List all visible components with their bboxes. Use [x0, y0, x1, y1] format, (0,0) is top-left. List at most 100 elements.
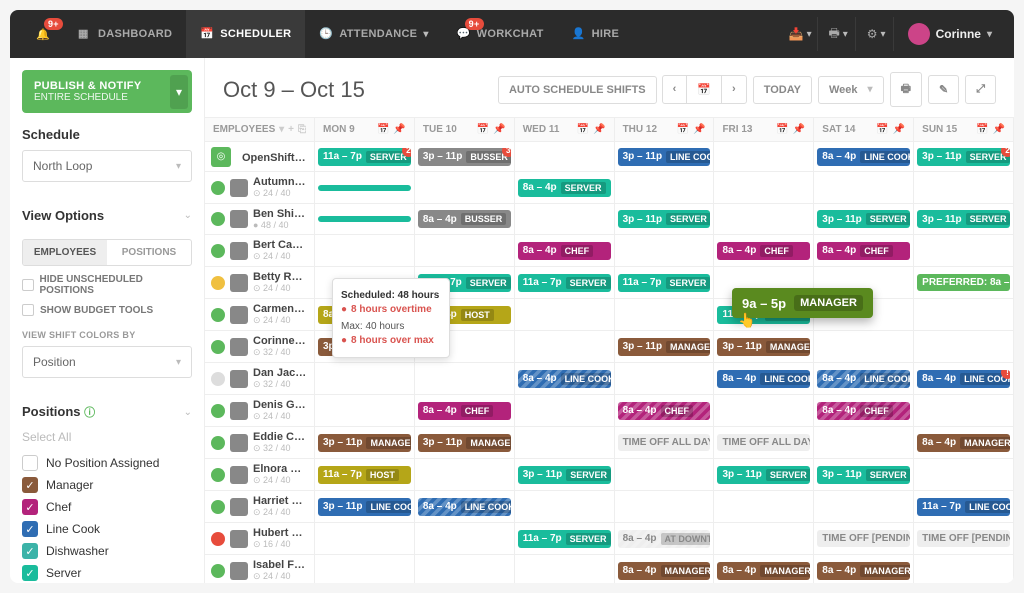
- shift-block[interactable]: 3p – 11pSERVER: [817, 210, 910, 228]
- employee-cell[interactable]: Carmen Lowe⊙ 24 / 40: [205, 299, 315, 330]
- day-cell[interactable]: [814, 172, 914, 203]
- position-item[interactable]: ✓Line Cook: [22, 518, 192, 540]
- day-cell[interactable]: 3p – 11pSERVER: [914, 204, 1014, 234]
- shift-block[interactable]: 8a – 4pCHEF: [817, 242, 910, 260]
- day-cell[interactable]: [515, 395, 615, 426]
- day-cell[interactable]: [415, 172, 515, 203]
- day-cell[interactable]: 8a – 4pMANAGER: [714, 555, 814, 583]
- shift-block[interactable]: 8a – 4pMANAGER: [717, 562, 810, 580]
- day-cell[interactable]: 11a – 7pHOST: [315, 459, 415, 490]
- hide-unscheduled[interactable]: HIDE UNSCHEDULED POSITIONS: [22, 274, 192, 296]
- day-cell[interactable]: [415, 235, 515, 266]
- day-cell[interactable]: 3p – 11pMANAGER: [615, 331, 715, 362]
- day-cell[interactable]: 3p – 11pSERVER: [814, 459, 914, 490]
- select-all[interactable]: Select All: [22, 428, 192, 446]
- shift-block[interactable]: [318, 185, 411, 191]
- day-cell[interactable]: TIME OFF ALL DAY: [615, 427, 715, 458]
- day-cell[interactable]: [315, 555, 415, 583]
- shift-block[interactable]: 8a – 4pLINE COOK: [418, 498, 511, 516]
- publish-button[interactable]: PUBLISH & NOTIFY ENTIRE SCHEDULE ▾: [22, 70, 192, 113]
- today-button[interactable]: TODAY: [753, 76, 812, 104]
- day-cell[interactable]: 3p – 11pSERVER: [714, 459, 814, 490]
- shift-block[interactable]: 3p – 11pLINE COOK: [318, 498, 411, 516]
- top-inbox[interactable]: 📥▾: [784, 17, 818, 51]
- shift-block[interactable]: 8a – 4pCHEF: [717, 242, 810, 260]
- checkbox[interactable]: ✓: [22, 565, 38, 581]
- employee-cell[interactable]: Betty Rathmen⊙ 24 / 40: [205, 267, 315, 298]
- shift-block[interactable]: 8a – 4pCHEF: [418, 402, 511, 420]
- schedule-select[interactable]: North Loop▾: [22, 150, 192, 182]
- shift-block[interactable]: 3p – 11pMANAGER: [318, 434, 411, 452]
- day-cell[interactable]: 8a – 4pCHEF: [814, 395, 914, 426]
- day-cell[interactable]: 8a – 4pMANAGER: [615, 555, 715, 583]
- shift-block[interactable]: 8a – 4pBUSSER: [418, 210, 511, 228]
- top-settings[interactable]: ⚙▾: [860, 17, 894, 51]
- shift-block[interactable]: 3p – 11pSERVER: [917, 210, 1010, 228]
- day-cell[interactable]: [714, 142, 814, 171]
- day-cell[interactable]: 3p – 11pBUSSER3: [415, 142, 515, 171]
- nav-dashboard[interactable]: ▦DASHBOARD: [64, 10, 186, 58]
- employee-cell[interactable]: Bert Castro⊙ 24 / 40: [205, 235, 315, 266]
- shift-block[interactable]: 3p – 11pSERVER: [817, 466, 910, 484]
- checkbox[interactable]: [22, 455, 38, 471]
- tab-employees[interactable]: EMPLOYEES: [23, 240, 107, 265]
- employee-cell[interactable]: Elnora Blevins⊙ 24 / 40: [205, 459, 315, 490]
- print-button[interactable]: 🖶: [890, 72, 922, 107]
- day-cell[interactable]: 11a – 7pSERVER: [615, 267, 715, 298]
- top-print[interactable]: 🖶▾: [822, 17, 856, 51]
- position-item[interactable]: ✓Chef: [22, 496, 192, 518]
- chevron-down-icon[interactable]: ▾: [170, 75, 188, 109]
- chevron-down-icon[interactable]: ⌄: [184, 407, 192, 418]
- employee-cell[interactable]: Autumn Ro…⊙ 24 / 40: [205, 172, 315, 203]
- copy-icon[interactable]: ⎘: [298, 124, 306, 135]
- day-cell[interactable]: [515, 427, 615, 458]
- checkbox[interactable]: ✓: [22, 543, 38, 559]
- day-cell[interactable]: [714, 204, 814, 234]
- day-cell[interactable]: [315, 523, 415, 554]
- day-cell[interactable]: 3p – 11pSERVER: [814, 204, 914, 234]
- shift-block[interactable]: 8a – 4pCHEF: [817, 402, 910, 420]
- day-cell[interactable]: [315, 363, 415, 394]
- shift-block[interactable]: 3p – 11pBUSSER3: [418, 148, 511, 166]
- shift-block[interactable]: 8a – 4pCHEF: [518, 242, 611, 260]
- position-item[interactable]: No Position Assigned: [22, 452, 192, 474]
- day-cell[interactable]: 8a – 4pCHEF: [615, 395, 715, 426]
- user-menu[interactable]: Corinne▾: [898, 23, 1002, 45]
- day-cell[interactable]: 8a – 4pMANAGER: [814, 555, 914, 583]
- day-cell[interactable]: 8a – 4pSERVER: [515, 172, 615, 203]
- chevron-down-icon[interactable]: ⌄: [184, 210, 192, 221]
- chevron-down-icon[interactable]: ▾: [279, 124, 284, 135]
- day-cell[interactable]: 3p – 11pLINE COOK: [615, 142, 715, 171]
- employee-cell[interactable]: Ben Shield…● 48 / 40: [205, 204, 315, 234]
- position-item[interactable]: ✓Manager: [22, 474, 192, 496]
- day-cell[interactable]: PREFERRED: 8a – 4p: [914, 267, 1014, 298]
- day-cell[interactable]: [615, 459, 715, 490]
- shift-block[interactable]: TIME OFF ALL DAY: [618, 434, 711, 451]
- shift-block[interactable]: 3p – 11pSERVER: [618, 210, 711, 228]
- shift-block[interactable]: 11a – 7pSERVER: [518, 274, 611, 292]
- day-cell[interactable]: 8a – 4pCHEF: [415, 395, 515, 426]
- day-cell[interactable]: 8a – 4pBUSSER: [415, 204, 515, 234]
- day-cell[interactable]: [914, 235, 1014, 266]
- shift-block[interactable]: TIME OFF ALL DAY: [717, 434, 810, 451]
- day-cell[interactable]: [914, 172, 1014, 203]
- day-cell[interactable]: 11a – 7pSERVER: [515, 523, 615, 554]
- nav-bell[interactable]: 🔔 9+: [22, 10, 64, 58]
- nav-hire[interactable]: 👤HIRE: [558, 10, 633, 58]
- position-item[interactable]: ✓Server: [22, 562, 192, 583]
- day-cell[interactable]: [914, 331, 1014, 362]
- day-cell[interactable]: [415, 523, 515, 554]
- day-cell[interactable]: 8a – 4pLINE COOK: [515, 363, 615, 394]
- day-cell[interactable]: 8a – 4pLINE COOK: [714, 363, 814, 394]
- fullscreen-button[interactable]: ⤢: [965, 75, 996, 104]
- day-cell[interactable]: 11a – 7pSERVER2: [315, 142, 415, 171]
- shift-block[interactable]: 11a – 7pHOST: [318, 466, 411, 484]
- day-cell[interactable]: [914, 555, 1014, 583]
- day-cell[interactable]: [315, 395, 415, 426]
- day-cell[interactable]: [814, 331, 914, 362]
- day-cell[interactable]: [415, 555, 515, 583]
- day-cell[interactable]: 8a – 4pLINE COOK!: [914, 363, 1014, 394]
- day-cell[interactable]: [315, 204, 415, 234]
- shift-block[interactable]: 3p – 11pSERVER2: [917, 148, 1010, 166]
- employee-cell[interactable]: Eddie Combs⊙ 32 / 40: [205, 427, 315, 458]
